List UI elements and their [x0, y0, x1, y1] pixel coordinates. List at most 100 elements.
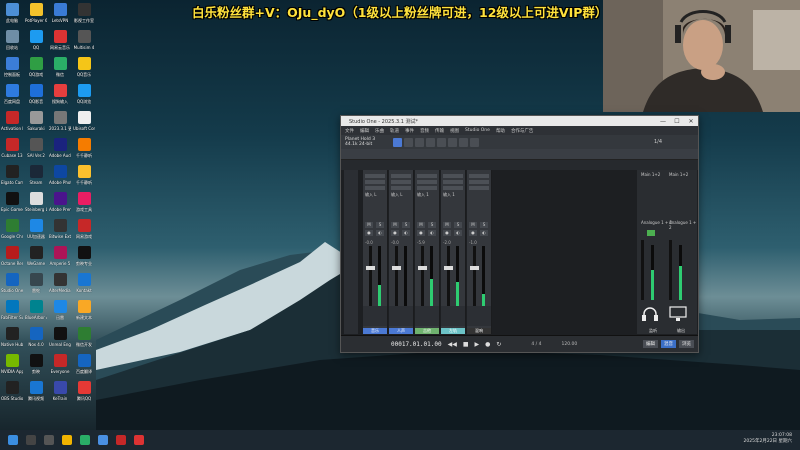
channel-input[interactable]: 输入 L	[365, 192, 377, 198]
time-display[interactable]: 00017.01.01.00	[391, 341, 442, 348]
desktop-icon[interactable]: 回收站	[1, 30, 23, 50]
menu-partners[interactable]: 合作与广告	[511, 128, 534, 134]
quantize-value[interactable]: 1/4	[654, 139, 662, 145]
desktop-icon[interactable]: LetsVPN	[49, 3, 71, 23]
desktop-icon[interactable]: 网易游戏	[73, 219, 95, 239]
send-slot[interactable]	[391, 186, 411, 190]
desktop-icon[interactable]: Adobe Premier	[49, 192, 71, 212]
file-explorer-icon[interactable]	[62, 435, 72, 445]
channel-strip[interactable]: 输入 1 M S ● ◐ -5.9 吉他	[415, 170, 440, 334]
desktop-icon[interactable]: Bitwise Extreme	[49, 219, 71, 239]
desktop-icon[interactable]: Ubisoft Connect	[73, 111, 95, 131]
desktop-icon[interactable]: Steinberg Library	[25, 192, 47, 212]
desktop-icon[interactable]: 雷蛇	[25, 273, 47, 293]
channel-name[interactable]: 左轨	[441, 328, 465, 334]
desktop-icon[interactable]: 千千静听	[73, 138, 95, 158]
insert-slot[interactable]	[469, 180, 489, 184]
menu-transport[interactable]: 传输	[435, 128, 444, 134]
output-routing[interactable]: Analogue 1 + 2	[669, 220, 697, 230]
time-signature[interactable]: 4 / 4	[531, 342, 541, 347]
desktop-icon[interactable]: FabFilter Suite	[1, 300, 23, 320]
arrow-tool-icon[interactable]	[393, 137, 403, 147]
desktop-icon[interactable]: Unreal Engine	[49, 327, 71, 347]
desktop-icon[interactable]: 2023.3.1 更新	[49, 111, 71, 131]
listen-tool-icon[interactable]	[470, 137, 480, 147]
record-arm-button[interactable]: ●	[417, 230, 425, 236]
desktop-icon[interactable]: Octane Render	[1, 246, 23, 266]
windows-start-icon[interactable]	[8, 435, 18, 445]
desktop-icon[interactable]: WeGame	[25, 246, 47, 266]
monitor-enable-button[interactable]	[647, 230, 655, 236]
insert-slot[interactable]	[417, 174, 437, 178]
system-clock[interactable]: 23:07:08 2025年2月22日 星期六	[744, 433, 792, 445]
desktop-icon[interactable]: Amperie 5	[49, 246, 71, 266]
monitor-button[interactable]: ◐	[376, 230, 384, 236]
desktop-icon[interactable]: QQ浏览	[73, 84, 95, 104]
record-arm-button[interactable]: ●	[443, 230, 451, 236]
channel-name[interactable]: 人声	[389, 328, 413, 334]
desktop-icon[interactable]: Elgato Camera	[1, 165, 23, 185]
channel-fader[interactable]	[470, 246, 479, 306]
channel-strip[interactable]: M S ● ◐ -1.0 混响	[467, 170, 492, 334]
maximize-button[interactable]: ☐	[670, 118, 684, 125]
menu-event[interactable]: 事件	[405, 128, 414, 134]
desktop-icon[interactable]: 腾讯QQ	[73, 381, 95, 401]
desktop-icon[interactable]: Steam	[25, 165, 47, 185]
channel-input[interactable]: 输入 1	[417, 192, 429, 198]
send-slot[interactable]	[443, 186, 463, 190]
desktop-icon[interactable]: Studio One 6	[1, 273, 23, 293]
desktop-icon[interactable]: Adobe Audit	[49, 138, 71, 158]
desktop-icon[interactable]: 迅雷	[49, 300, 71, 320]
desktop-icon[interactable]: BlueArbor Architect	[25, 300, 47, 320]
desktop-icon[interactable]: PotPlayer 64 bit	[25, 3, 47, 23]
monitor-button[interactable]: ◐	[428, 230, 436, 236]
channel-input[interactable]: 输入 1	[443, 192, 455, 198]
desktop-icon[interactable]: 剪映专业	[73, 246, 95, 266]
channel-fader[interactable]	[366, 246, 375, 306]
minimize-button[interactable]: —	[656, 118, 670, 125]
channel-fader[interactable]	[444, 246, 453, 306]
split-tool-icon[interactable]	[415, 137, 425, 147]
stop-button[interactable]: ■	[463, 341, 469, 348]
search-icon[interactable]	[26, 435, 36, 445]
netease-music-icon[interactable]	[134, 435, 144, 445]
studio-one-window[interactable]: Studio One - 2025.3.1 测试* — ☐ ✕ 文件 编辑 乐曲…	[340, 115, 699, 353]
insert-slot[interactable]	[391, 174, 411, 178]
loop-button[interactable]: ↻	[496, 341, 501, 348]
desktop-icon[interactable]: AlterMedia BKCentral	[49, 273, 71, 293]
solo-button[interactable]: S	[454, 222, 462, 228]
desktop-icon[interactable]: Cubase 13	[1, 138, 23, 158]
menu-help[interactable]: 帮助	[496, 128, 505, 134]
desktop-icon[interactable]: 新建文本	[73, 300, 95, 320]
menu-audio[interactable]: 音频	[420, 128, 429, 134]
desktop-icon[interactable]: 网易云音乐	[49, 30, 71, 50]
send-slot[interactable]	[469, 186, 489, 190]
desktop-icon[interactable]: Multisim 4	[73, 30, 95, 50]
rewind-button[interactable]: ◀◀	[448, 341, 457, 348]
desktop-icon[interactable]: 游戏工具	[73, 192, 95, 212]
range-tool-icon[interactable]	[404, 137, 414, 147]
desktop-icon[interactable]: Sakuraki	[25, 111, 47, 131]
browse-button[interactable]: 浏览	[679, 340, 694, 348]
insert-slot[interactable]	[391, 180, 411, 184]
send-slot[interactable]	[417, 186, 437, 190]
mute-button[interactable]: M	[417, 222, 425, 228]
close-button[interactable]: ✕	[684, 118, 698, 125]
desktop-icon[interactable]: QQ影音	[25, 84, 47, 104]
insert-slot[interactable]	[443, 174, 463, 178]
channel-strip[interactable]: 输入 L M S ● ◐ -0.0 人声	[389, 170, 414, 334]
desktop-icon[interactable]: Adobe Photosh	[49, 165, 71, 185]
mute-button[interactable]: M	[469, 222, 477, 228]
studio-one-taskbar-icon[interactable]	[116, 435, 126, 445]
desktop-icon[interactable]: SAI Ver.2	[25, 138, 47, 158]
solo-button[interactable]: S	[480, 222, 488, 228]
wechat-icon[interactable]	[80, 435, 90, 445]
channel-name[interactable]: 混响	[467, 328, 491, 334]
desktop-icon[interactable]: 控制面板	[1, 57, 23, 77]
send-slot[interactable]	[365, 186, 385, 190]
record-arm-button[interactable]: ●	[391, 230, 399, 236]
channel-name[interactable]: 吉他	[415, 328, 439, 334]
edit-view-button[interactable]: 编辑	[643, 340, 658, 348]
desktop-icon[interactable]: UU加速器	[25, 219, 47, 239]
mute-button[interactable]: M	[443, 222, 451, 228]
